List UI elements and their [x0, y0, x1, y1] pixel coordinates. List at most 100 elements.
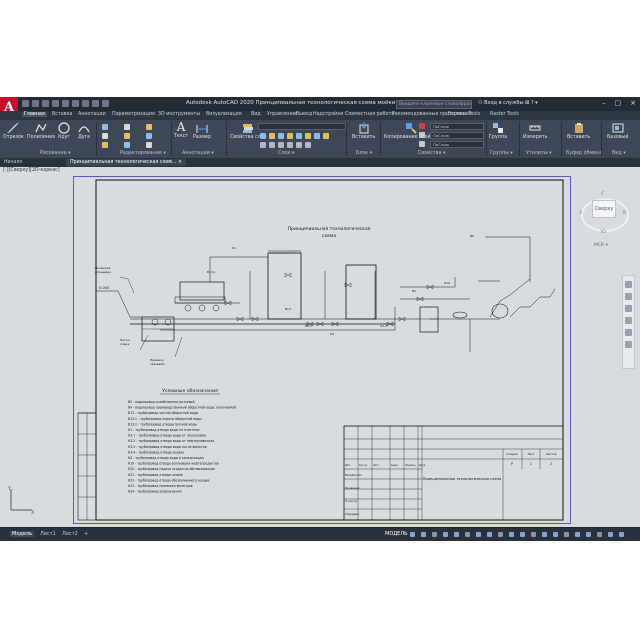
- ucs-dropdown[interactable]: МСК ▾: [594, 243, 608, 248]
- viewcube[interactable]: Сверху С Ю З В МСК ▾: [579, 192, 629, 248]
- layer-freeze-icon[interactable]: [269, 133, 275, 139]
- ribbon-tab-9[interactable]: Надстройки: [313, 112, 343, 117]
- ribbon-tab-0[interactable]: Главная: [22, 112, 47, 117]
- close-tab-icon[interactable]: ×: [178, 160, 182, 165]
- move-icon[interactable]: [102, 124, 108, 130]
- color-swatch-icon[interactable]: [419, 123, 425, 129]
- copy-icon[interactable]: [102, 133, 108, 139]
- ribbon-tab-4[interactable]: 3D инструменты: [158, 112, 200, 117]
- text-tool[interactable]: A Текст: [174, 121, 188, 139]
- ribbon-tab-6[interactable]: Вид: [251, 112, 261, 117]
- start-tab[interactable]: Начало: [0, 159, 26, 166]
- lineweight-icon[interactable]: [487, 532, 492, 537]
- layer-tool-1-icon[interactable]: [269, 142, 275, 148]
- open-file-icon[interactable]: [32, 100, 39, 107]
- trim-icon[interactable]: [146, 124, 152, 130]
- utilities-panel-label[interactable]: Утилиты ▾: [526, 151, 552, 156]
- nav-bar-settings-icon[interactable]: [625, 341, 632, 348]
- view-panel-label[interactable]: Вид ▾: [612, 151, 626, 156]
- groups-panel-label[interactable]: Группы ▾: [490, 151, 513, 156]
- layer-previous-icon[interactable]: [314, 133, 320, 139]
- share-icon[interactable]: [102, 100, 109, 107]
- maximize-icon[interactable]: ▢: [615, 99, 622, 107]
- customize-icon[interactable]: [619, 532, 624, 537]
- layer-tool-5-icon[interactable]: [305, 142, 311, 148]
- add-layout-button[interactable]: +: [84, 531, 88, 537]
- ribbon-tab-10[interactable]: Совместная работа: [345, 112, 394, 117]
- group-tool[interactable]: Группа: [489, 122, 507, 140]
- ribbon-tab-5[interactable]: Визуализация: [206, 112, 242, 117]
- polyline-tool[interactable]: Полилиния: [27, 122, 55, 140]
- sign-in-button[interactable]: ⚇ Вход в службы ⊠ ? ▾: [478, 100, 538, 106]
- draw-panel-label[interactable]: Рисование ▾: [40, 151, 71, 156]
- stretch-icon[interactable]: [102, 142, 108, 148]
- scale-icon[interactable]: [124, 142, 130, 148]
- circle-tool[interactable]: Круг: [58, 122, 70, 140]
- object-snap-icon[interactable]: [476, 532, 481, 537]
- transparency-icon[interactable]: [498, 532, 503, 537]
- layers-panel-label[interactable]: Слои ▾: [278, 151, 294, 156]
- units-icon[interactable]: [553, 532, 558, 537]
- web-open-icon[interactable]: [62, 100, 69, 107]
- layer-match-icon[interactable]: [305, 133, 311, 139]
- showmotion-icon[interactable]: [625, 329, 632, 336]
- grid-icon[interactable]: [410, 532, 415, 537]
- compass-south[interactable]: Ю: [601, 230, 606, 235]
- layout1-tab[interactable]: Лист1: [40, 531, 56, 537]
- lock-ui-icon[interactable]: [575, 532, 580, 537]
- new-file-icon[interactable]: [22, 100, 29, 107]
- layer-color-icon[interactable]: [287, 133, 293, 139]
- rotate-icon[interactable]: [124, 124, 130, 130]
- redo-icon[interactable]: [92, 100, 99, 107]
- pan-icon[interactable]: [625, 293, 632, 300]
- annotation-monitor-icon[interactable]: [542, 532, 547, 537]
- quick-properties-icon[interactable]: [564, 532, 569, 537]
- line-tool[interactable]: Отрезок: [3, 122, 24, 140]
- layer-isolate-icon[interactable]: [296, 133, 302, 139]
- lineweight-swatch-icon[interactable]: [419, 141, 425, 147]
- layer-dropdown[interactable]: [258, 123, 346, 130]
- compass-east[interactable]: В: [623, 211, 626, 216]
- dimension-tool[interactable]: Размер: [193, 122, 211, 140]
- isodraft-icon[interactable]: [454, 532, 459, 537]
- undo-icon[interactable]: [82, 100, 89, 107]
- viewcube-face-top[interactable]: Сверху: [592, 200, 616, 218]
- ribbon-tab-3[interactable]: Параметризация: [112, 112, 155, 117]
- object-snap-track-icon[interactable]: [465, 532, 470, 537]
- mirror-icon[interactable]: [124, 133, 130, 139]
- base-view-tool[interactable]: Базовый: [607, 122, 628, 140]
- linetype-swatch-icon[interactable]: [419, 132, 425, 138]
- search-input[interactable]: Введите ключевое слово/фразу: [396, 100, 472, 109]
- layout2-tab[interactable]: Лист2: [62, 531, 78, 537]
- layer-tool-4-icon[interactable]: [296, 142, 302, 148]
- ortho-icon[interactable]: [432, 532, 437, 537]
- block-panel-label[interactable]: Блок ▾: [356, 151, 372, 156]
- ribbon-tab-8[interactable]: Вывод: [296, 112, 312, 117]
- array-icon[interactable]: [146, 142, 152, 148]
- annotation-scale-icon[interactable]: [520, 532, 525, 537]
- fullscreen-icon[interactable]: [608, 532, 613, 537]
- color-dropdown[interactable]: ПоСлою: [430, 123, 484, 130]
- minimize-icon[interactable]: –: [602, 99, 606, 107]
- ribbon-tab-13[interactable]: Raster Tools: [490, 112, 519, 117]
- steering-wheel-icon[interactable]: [625, 281, 632, 288]
- paste-tool[interactable]: Вставить: [567, 122, 590, 140]
- arc-tool[interactable]: Дуга: [78, 122, 90, 140]
- insert-block-tool[interactable]: Вставить: [352, 122, 375, 140]
- snap-icon[interactable]: [421, 532, 426, 537]
- fillet-icon[interactable]: [146, 133, 152, 139]
- layer-lock-icon[interactable]: [278, 133, 284, 139]
- drawing-viewport[interactable]: [-][Сверху][2D-каркас] Принципиальная те…: [0, 167, 640, 527]
- layer-off-icon[interactable]: [323, 133, 329, 139]
- isolate-icon[interactable]: [586, 532, 591, 537]
- model-tab[interactable]: Модель: [10, 531, 35, 537]
- ribbon-tab-1[interactable]: Вставка: [52, 112, 72, 117]
- workspace-icon[interactable]: [531, 532, 536, 537]
- graphics-perf-icon[interactable]: [597, 532, 602, 537]
- layer-tool-0-icon[interactable]: [260, 142, 266, 148]
- plot-icon[interactable]: [72, 100, 79, 107]
- compass-north[interactable]: С: [601, 192, 604, 197]
- selection-cycling-icon[interactable]: [509, 532, 514, 537]
- orbit-icon[interactable]: [625, 317, 632, 324]
- lineweight-dropdown[interactable]: ПоСлою: [430, 141, 484, 148]
